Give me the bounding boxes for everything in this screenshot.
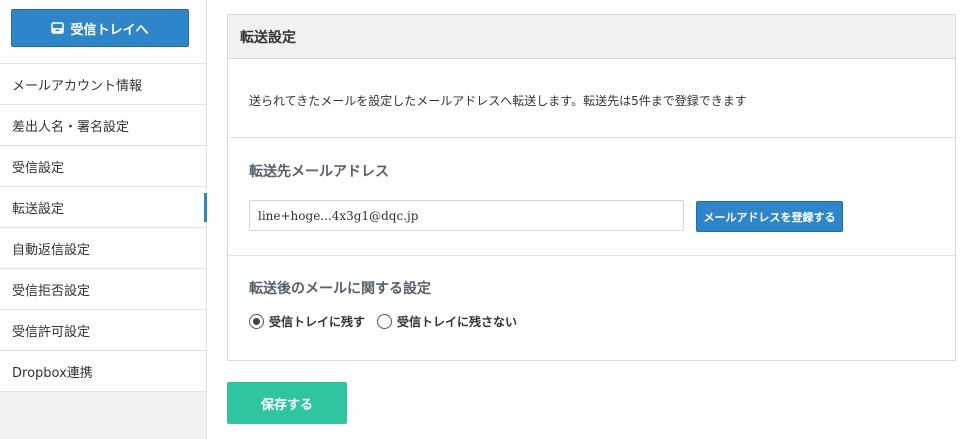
sidebar-item-label: 受信拒否設定 [12,283,91,299]
sidebar-item-label: 受信許可設定 [12,324,91,340]
forward-address-section: 転送先メールアドレス メールアドレスを登録する [228,138,955,256]
forward-email-input[interactable] [249,200,684,231]
sidebar-item-label: メールアカウント情報 [12,78,143,94]
sidebar-item-auto-reply[interactable]: 自動返信設定 [0,228,206,269]
sidebar: 受信トレイへ メールアカウント情報 差出人名・署名設定 受信設定 転送設定 自動… [0,0,207,439]
radio-checked-icon[interactable] [249,314,264,329]
inbox-button-area: 受信トレイへ [0,0,206,64]
forward-settings-panel: 転送設定 送られてきたメールを設定したメールアドレスへ転送します。転送先は5件ま… [227,14,956,361]
remove-from-inbox-label: 受信トレイに残さない [397,315,518,329]
after-forward-title: 転送後のメールに関する設定 [249,281,431,297]
keep-in-inbox-label: 受信トレイに残す [269,315,366,329]
after-forward-options: 受信トレイに残す 受信トレイに残さない [249,313,529,330]
keep-in-inbox-option[interactable]: 受信トレイに残す [249,313,365,330]
sidebar-item-label: 転送設定 [12,201,65,217]
sidebar-item-label: 差出人名・署名設定 [12,119,130,135]
inbox-button-label: 受信トレイへ [70,22,149,38]
sidebar-item-sender-signature[interactable]: 差出人名・署名設定 [0,105,206,146]
sidebar-item-forward-settings[interactable]: 転送設定 [0,187,207,228]
after-forward-section: 転送後のメールに関する設定 受信トレイに残す 受信トレイに残さない [228,256,955,356]
description-section: 送られてきたメールを設定したメールアドレスへ転送します。転送先は5件まで登録でき… [228,59,955,138]
sidebar-item-allow-settings[interactable]: 受信許可設定 [0,310,206,351]
sidebar-item-label: 自動返信設定 [12,242,91,258]
forward-address-title: 転送先メールアドレス [249,164,389,180]
description-text: 送られてきたメールを設定したメールアドレスへ転送します。転送先は5件まで登録でき… [249,93,747,108]
sidebar-item-dropbox[interactable]: Dropbox連携 [0,351,206,392]
sidebar-item-label: 受信設定 [12,160,65,176]
sidebar-item-receive-settings[interactable]: 受信設定 [0,146,206,187]
sidebar-item-label: Dropbox連携 [12,365,93,381]
sidebar-item-block-settings[interactable]: 受信拒否設定 [0,269,206,310]
inbox-button[interactable]: 受信トレイへ [11,9,189,47]
inbox-icon [51,22,65,34]
save-button[interactable]: 保存する [227,382,347,424]
register-email-button[interactable]: メールアドレスを登録する [696,201,843,232]
sidebar-item-account-info[interactable]: メールアカウント情報 [0,64,206,105]
radio-unchecked-icon[interactable] [377,314,393,329]
panel-title: 転送設定 [228,15,955,59]
remove-from-inbox-option[interactable]: 受信トレイに残さない [377,313,517,330]
